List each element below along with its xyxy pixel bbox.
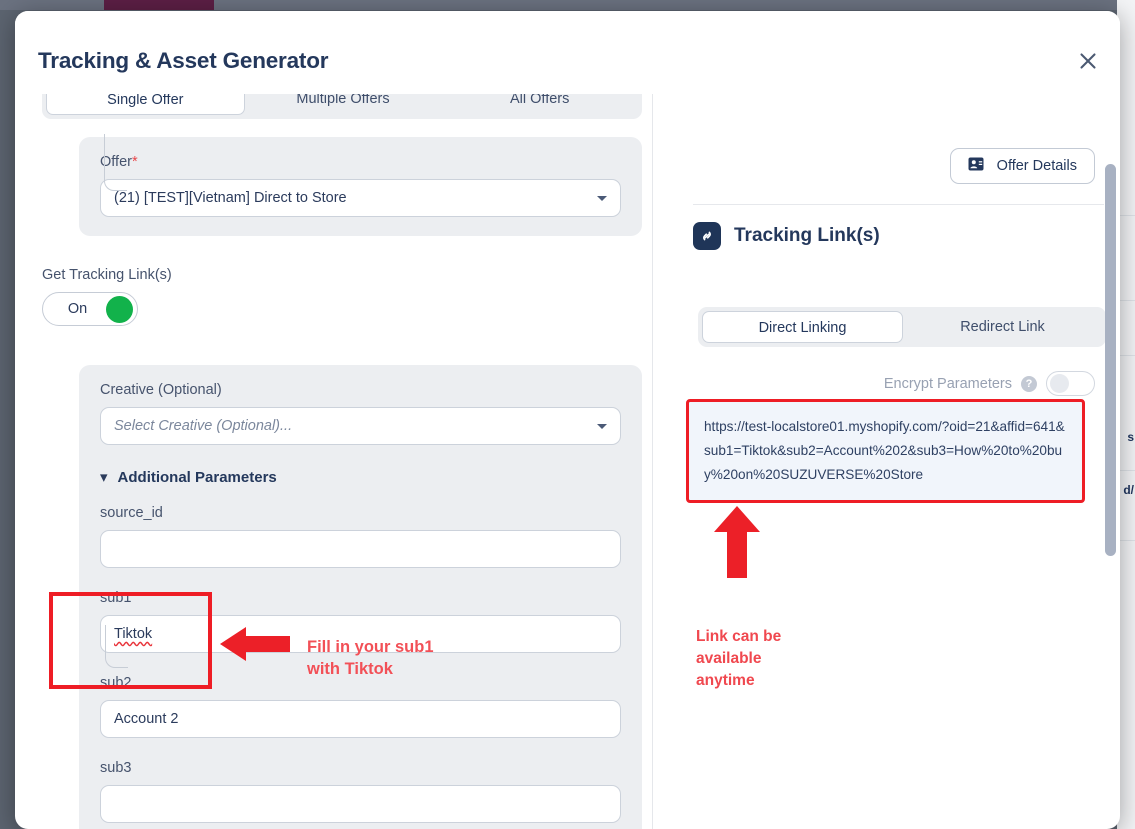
param-row-sub2: sub2 Account 2 <box>100 675 621 738</box>
question-mark-icon[interactable]: ? <box>1021 376 1037 392</box>
contact-card-icon <box>968 157 984 175</box>
toggle-knob <box>1050 374 1069 393</box>
get-tracking-link-toggle[interactable]: On <box>42 292 138 326</box>
modal-header: Tracking & Asset Generator <box>15 11 1120 94</box>
additional-parameters-toggle[interactable]: ▾ Additional Parameters <box>100 469 621 486</box>
chevron-down-icon <box>597 196 607 201</box>
tree-connector <box>105 625 128 668</box>
tracking-links-title: Tracking Link(s) <box>734 225 880 247</box>
modal-scrollbar-thumb[interactable] <box>1105 164 1116 556</box>
tracking-links-header: Tracking Link(s) <box>693 222 880 250</box>
offer-panel: Offer* (21) [TEST][Vietnam] Direct to St… <box>79 137 642 236</box>
sub1-label: sub1 <box>100 590 621 606</box>
tracking-url-box[interactable]: https://test-localstore01.myshopify.com/… <box>686 399 1085 503</box>
page-title: Tracking & Asset Generator <box>38 48 328 74</box>
offer-select-value: (21) [TEST][Vietnam] Direct to Store <box>114 190 597 206</box>
encrypt-parameters-row: Encrypt Parameters ? <box>884 371 1095 396</box>
creative-params-panel: Creative (Optional) Select Creative (Opt… <box>79 365 642 829</box>
get-tracking-link-label: Get Tracking Link(s) <box>42 267 652 283</box>
sub2-value: Account 2 <box>114 711 179 727</box>
encrypt-parameters-toggle[interactable] <box>1046 371 1095 396</box>
link-chain-icon <box>693 222 721 250</box>
encrypt-parameters-label: Encrypt Parameters <box>884 376 1012 392</box>
param-row-sub3: sub3 <box>100 760 621 823</box>
sub2-input[interactable]: Account 2 <box>100 700 621 738</box>
chevron-down-icon <box>597 424 607 429</box>
offer-label: Offer* <box>100 154 621 170</box>
offer-details-label: Offer Details <box>997 158 1077 174</box>
toggle-state-text: On <box>43 301 106 317</box>
source-id-input[interactable] <box>100 530 621 568</box>
creative-select-placeholder: Select Creative (Optional)... <box>114 418 597 434</box>
background-edge-text: d/ <box>1123 483 1134 497</box>
background-edge-text: s <box>1127 430 1134 444</box>
offer-select[interactable]: (21) [TEST][Vietnam] Direct to Store <box>100 179 621 217</box>
tab-multiple-offers[interactable]: Multiple Offers <box>245 94 442 115</box>
required-asterisk: * <box>132 154 138 170</box>
creative-label: Creative (Optional) <box>100 382 621 398</box>
tab-all-offers[interactable]: All Offers <box>441 94 638 115</box>
param-row-sub1: sub1 Tiktok <box>100 590 621 653</box>
offer-mode-tabs: Single Offer Multiple Offers All Offers <box>42 94 642 119</box>
link-type-tabs: Direct Linking Redirect Link <box>698 307 1106 347</box>
sub2-label: sub2 <box>100 675 621 691</box>
section-divider <box>693 204 1104 205</box>
tab-redirect-link[interactable]: Redirect Link <box>903 311 1102 343</box>
chevron-down-icon: ▾ <box>100 470 108 485</box>
tracking-url-text: https://test-localstore01.myshopify.com/… <box>704 415 1067 487</box>
sub1-input[interactable]: Tiktok <box>100 615 621 653</box>
tab-single-offer[interactable]: Single Offer <box>46 94 245 115</box>
source-id-label: source_id <box>100 505 621 521</box>
left-form-panel: Single Offer Multiple Offers All Offers … <box>15 94 652 829</box>
creative-select[interactable]: Select Creative (Optional)... <box>100 407 621 445</box>
toggle-knob <box>106 296 133 323</box>
background-nav-pill <box>104 0 214 10</box>
sub3-input[interactable] <box>100 785 621 823</box>
close-icon[interactable] <box>1070 43 1106 79</box>
sub3-label: sub3 <box>100 760 621 776</box>
param-row-source-id: source_id <box>100 505 621 568</box>
additional-parameters-label: Additional Parameters <box>118 469 277 486</box>
tab-direct-linking[interactable]: Direct Linking <box>702 311 903 343</box>
tree-connector <box>104 134 127 191</box>
offer-details-button[interactable]: Offer Details <box>950 148 1095 184</box>
